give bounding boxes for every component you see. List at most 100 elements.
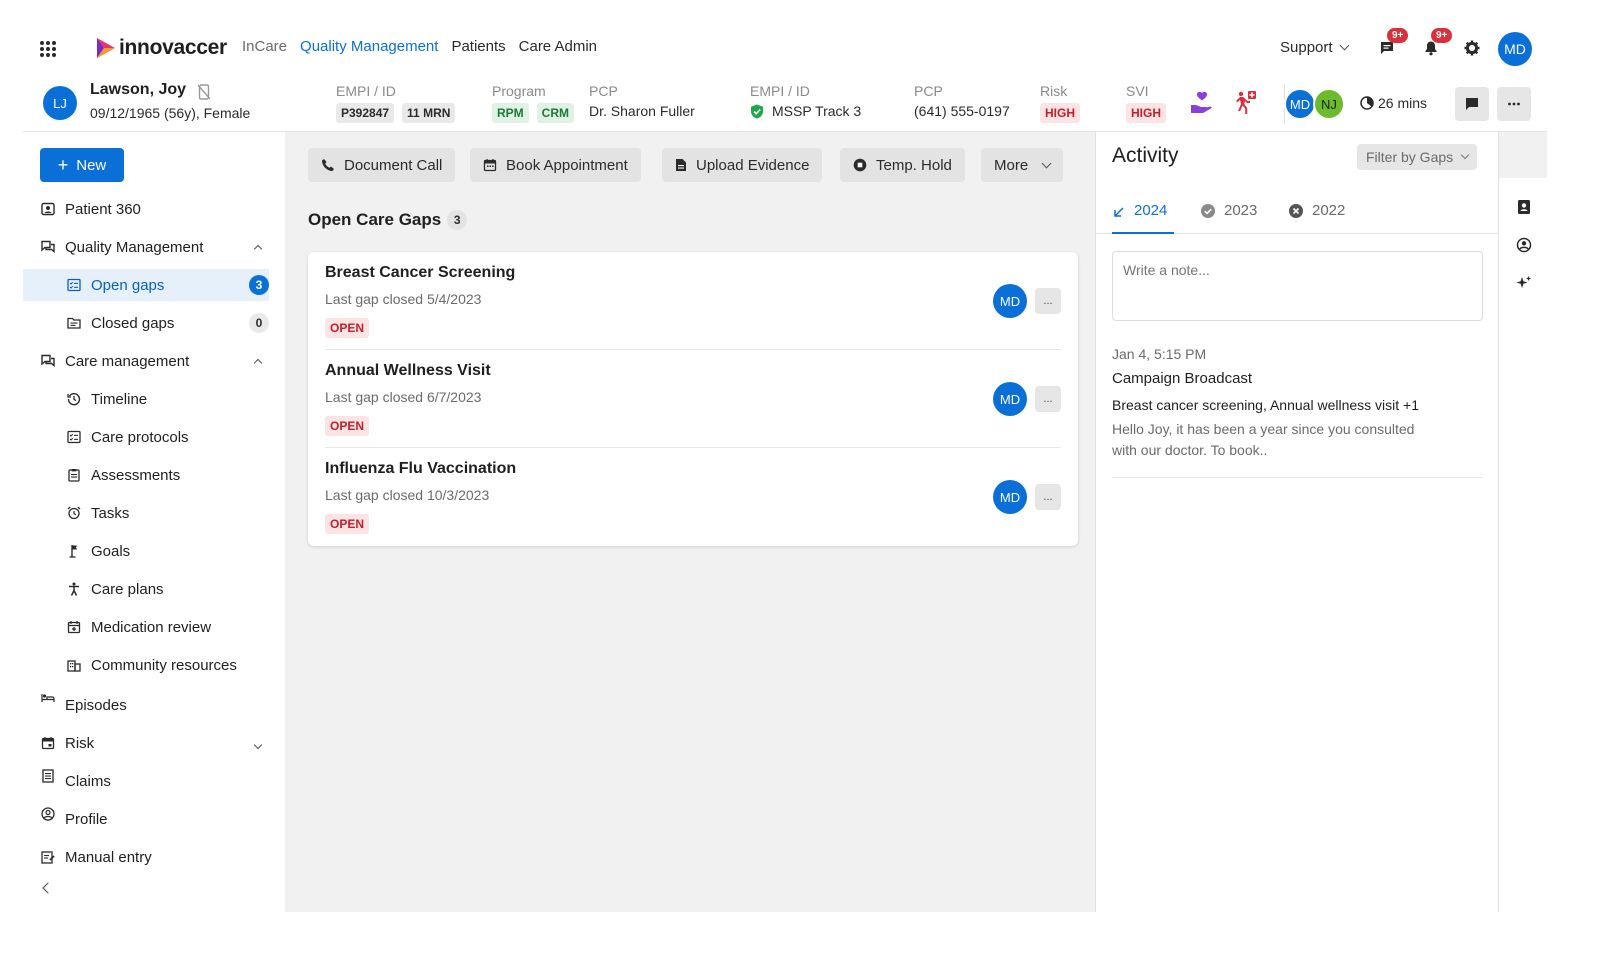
care-gap-row[interactable]: Breast Cancer Screening Last gap closed … [325, 252, 1061, 350]
mrn-chip[interactable]: 11 MRN [402, 103, 456, 123]
entry-time: Jan 4, 5:15 PM [1112, 346, 1207, 362]
app-switcher-icon[interactable] [40, 41, 56, 57]
ai-sparkle-icon[interactable] [1516, 275, 1532, 291]
account-circle-icon[interactable] [1516, 237, 1532, 253]
calendar-icon [483, 159, 497, 172]
sidebar-item-quality-management[interactable]: Quality Management [23, 231, 269, 263]
messages-button[interactable]: 9+ [1379, 28, 1409, 58]
svi-field: SVI HIGH [1126, 83, 1166, 123]
sidebar-item-risk[interactable]: Risk [23, 727, 269, 759]
gap-more-button[interactable]: ... [1035, 288, 1061, 314]
gap-assignee-avatar[interactable]: MD [993, 382, 1027, 416]
nav-patients[interactable]: Patients [451, 38, 505, 55]
brand-mark-icon [97, 38, 115, 58]
stop-circle-icon [853, 158, 867, 172]
gap-more-button[interactable]: ... [1035, 386, 1061, 412]
sidebar-item-patient-360[interactable]: Patient 360 [23, 193, 269, 225]
nav-incare[interactable]: InCare [242, 38, 287, 55]
tab-2024[interactable]: 2024 [1112, 198, 1174, 234]
more-actions-button[interactable]: More [981, 148, 1064, 182]
sidebar-item-profile[interactable]: Profile [23, 803, 269, 835]
sidebar-item-episodes[interactable]: Episodes [23, 689, 269, 721]
sidebar-item-label: Goals [91, 542, 131, 560]
sidebar-item-goals[interactable]: Goals [23, 535, 269, 567]
sidebar-item-closed-gaps[interactable]: Closed gaps 0 [23, 307, 269, 339]
tab-2023[interactable]: 2023 [1200, 198, 1257, 234]
user-avatar[interactable]: MD [1498, 32, 1532, 66]
gap-title[interactable]: Influenza Flu Vaccination [325, 460, 516, 478]
calendar-icon [41, 737, 55, 750]
notifications-button[interactable]: 9+ [1423, 28, 1453, 58]
nav-quality-management[interactable]: Quality Management [300, 38, 438, 55]
sidebar-item-timeline[interactable]: Timeline [23, 383, 269, 415]
care-hand-heart-icon[interactable] [1189, 90, 1215, 116]
contact-card-icon[interactable] [1516, 199, 1532, 215]
book-appointment-button[interactable]: Book Appointment [470, 148, 641, 182]
risk-chip: HIGH [1040, 103, 1080, 123]
gap-title[interactable]: Breast Cancer Screening [325, 264, 515, 282]
patient-name[interactable]: Lawson, Joy [90, 81, 186, 99]
main-content: Document Call Book Appointment Upload Ev… [285, 132, 1095, 912]
phone-field: PCP (641) 555-0197 [914, 83, 1010, 119]
gap-assignee-avatar[interactable]: MD [993, 284, 1027, 318]
checklist-icon [67, 430, 81, 444]
brand-logo[interactable]: innovaccer [95, 35, 227, 61]
document-call-label: Document Call [344, 156, 443, 174]
chevron-down-icon[interactable] [253, 735, 263, 752]
empi-field: EMPI / ID P392847 11 MRN [336, 83, 456, 123]
gap-more-button[interactable]: ... [1035, 484, 1061, 510]
care-team-avatar-md[interactable]: MD [1284, 88, 1316, 120]
care-gap-row[interactable]: Annual Wellness Visit Last gap closed 6/… [325, 350, 1061, 448]
sidebar-item-community-resources[interactable]: Community resources [23, 649, 269, 681]
chevron-up-icon[interactable] [253, 353, 263, 370]
activity-title: Activity [1112, 144, 1179, 167]
brand-name: innovaccer [119, 36, 227, 59]
filter-by-gaps-dropdown[interactable]: Filter by Gaps [1357, 144, 1478, 170]
nav-care-admin[interactable]: Care Admin [519, 38, 597, 55]
sidebar-item-care-management[interactable]: Care management [23, 345, 269, 377]
sidebar-item-manual-entry[interactable]: Manual entry [23, 841, 269, 873]
open-gaps-list: Breast Cancer Screening Last gap closed … [308, 252, 1078, 546]
tab-label: 2023 [1224, 202, 1258, 219]
empi-label: EMPI / ID [336, 83, 396, 99]
patient-id-icon [41, 202, 55, 216]
new-button[interactable]: + New [40, 148, 124, 182]
support-menu[interactable]: Support [1280, 39, 1349, 56]
tab-2022[interactable]: 2022 [1288, 198, 1345, 234]
settings-button[interactable] [1464, 40, 1482, 58]
sidebar-item-medication-review[interactable]: Medication review [23, 611, 269, 643]
entry-type: Campaign Broadcast [1112, 370, 1253, 387]
gap-title[interactable]: Annual Wellness Visit [325, 362, 491, 380]
sidebar-item-label: Timeline [91, 390, 148, 408]
more-actions-label: More [994, 156, 1029, 174]
emergency-runner-icon[interactable] [1231, 90, 1257, 116]
sidebar-item-assessments[interactable]: Assessments [23, 459, 269, 491]
chat-button[interactable] [1455, 87, 1489, 121]
notifications-badge: 9+ [1431, 28, 1453, 43]
sidebar-item-label: Care management [65, 352, 190, 370]
collapse-sidebar-icon[interactable] [42, 882, 54, 894]
gap-status-badge: OPEN [325, 514, 370, 534]
note-input[interactable] [1112, 251, 1483, 321]
sidebar-item-open-gaps[interactable]: Open gaps 3 [23, 269, 269, 301]
phone-value: (641) 555-0197 [914, 103, 1010, 119]
document-call-button[interactable]: Document Call [308, 148, 456, 182]
patient-header: LJ Lawson, Joy 09/12/1965 (56y), Female … [23, 78, 1547, 132]
sidebar-item-claims[interactable]: Claims [23, 765, 269, 797]
sidebar-item-care-protocols[interactable]: Care protocols [23, 421, 269, 453]
sidebar-item-care-plans[interactable]: Care plans [23, 573, 269, 605]
forum-icon [41, 240, 55, 253]
activity-entry[interactable]: Jan 4, 5:15 PM Campaign Broadcast Breast… [1112, 346, 1483, 478]
sidebar-item-tasks[interactable]: Tasks [23, 497, 269, 529]
temp-hold-button[interactable]: Temp. Hold [840, 148, 965, 182]
session-timer: 26 mins [1360, 95, 1427, 111]
care-gap-row[interactable]: Influenza Flu Vaccination Last gap close… [325, 448, 1061, 546]
receipt-icon [42, 769, 54, 783]
page-title: Open Care Gaps 3 [308, 210, 468, 230]
more-options-button[interactable] [1497, 87, 1531, 121]
chevron-up-icon[interactable] [253, 239, 263, 256]
app-frame: innovaccer InCare Quality Management Pat… [23, 20, 1547, 912]
gap-assignee-avatar[interactable]: MD [993, 480, 1027, 514]
care-team-avatar-nj[interactable]: NJ [1313, 88, 1345, 120]
upload-evidence-button[interactable]: Upload Evidence [662, 148, 823, 182]
